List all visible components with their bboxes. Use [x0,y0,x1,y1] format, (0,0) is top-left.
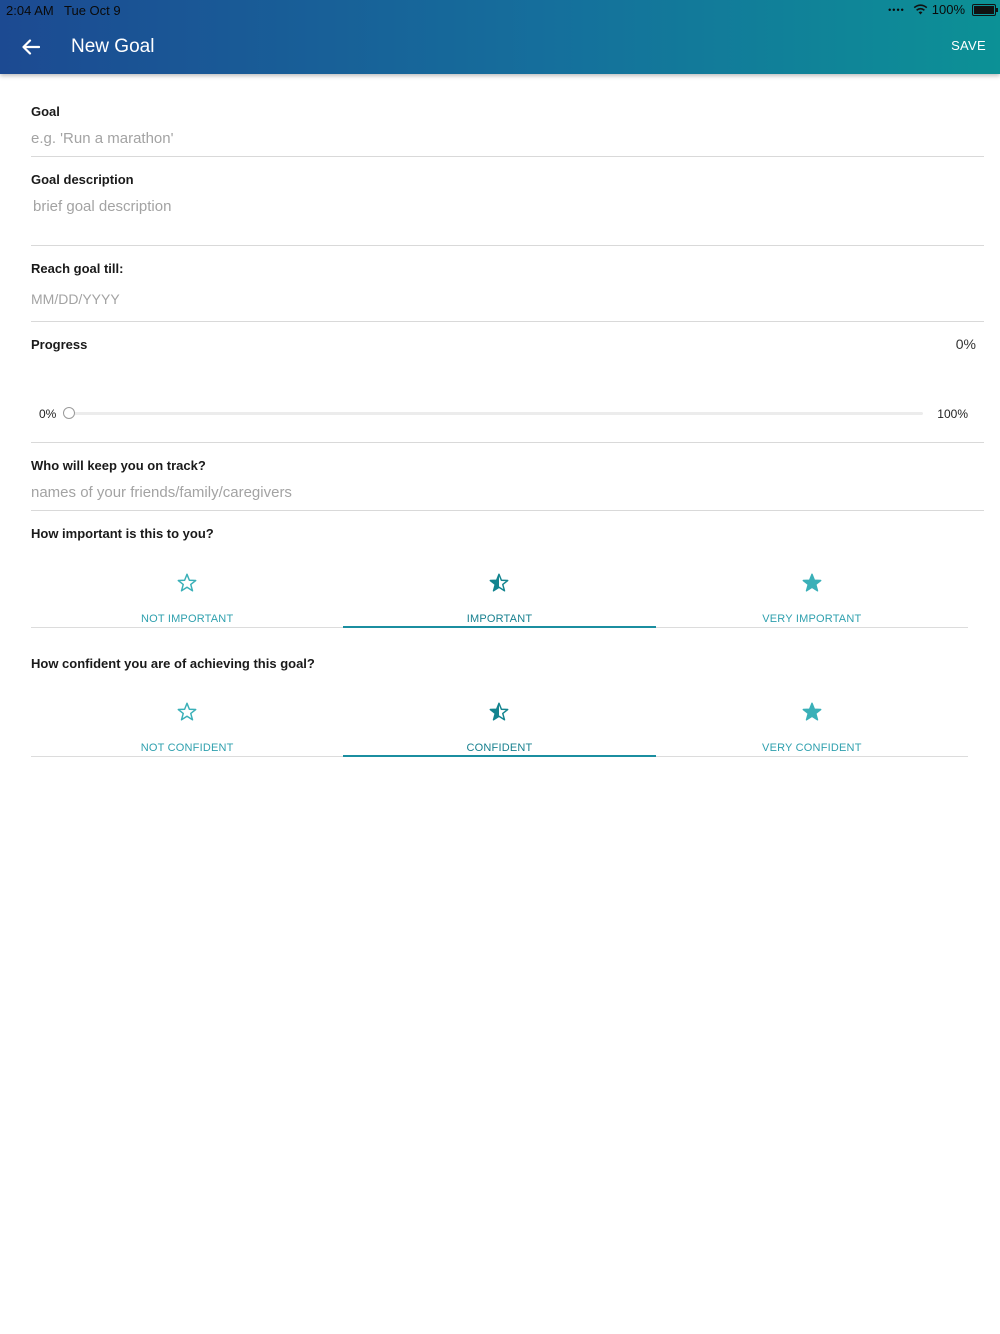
confidence-option-confident[interactable]: CONFIDENT [343,697,656,757]
importance-option-not-important[interactable]: NOT IMPORTANT [31,568,343,627]
description-field: Goal description [31,157,984,246]
wifi-icon [913,4,928,15]
confidence-option-not-confident[interactable]: NOT CONFIDENT [31,697,343,756]
progress-field: Progress 0% 0% 100% [31,322,984,443]
tab-label: NOT CONFIDENT [140,742,234,754]
goal-field: Goal [31,98,984,157]
description-input[interactable] [33,198,633,215]
confidence-question: How confident you are of achieving this … [31,656,315,671]
goal-input[interactable] [31,130,631,147]
accountability-input[interactable] [31,484,631,501]
page-title: New Goal [71,36,155,57]
importance-option-important[interactable]: IMPORTANT [343,568,656,628]
slider-max-label: 100% [937,407,968,421]
signal-icon: •••• [888,4,905,15]
app-header: 2:04 AM Tue Oct 9 •••• 100% New Goal SAV… [0,0,1000,74]
save-button[interactable]: SAVE [951,38,986,53]
slider-thumb[interactable] [63,407,75,419]
tab-label: VERY IMPORTANT [762,613,862,625]
goal-label: Goal [31,104,60,119]
status-date: Tue Oct 9 [64,3,121,18]
importance-selector: NOT IMPORTANT IMPORTANT VERY IMPORTANT [31,568,968,628]
battery-percent: 100% [931,2,965,17]
tab-label: NOT IMPORTANT [140,613,234,625]
tab-label: IMPORTANT [466,613,533,625]
accountability-field: Who will keep you on track? [31,443,984,511]
status-bar: 2:04 AM Tue Oct 9 •••• 100% [0,0,1000,20]
deadline-field: Reach goal till: [31,246,984,322]
star-outline-icon [177,702,197,721]
progress-label: Progress [31,337,88,352]
star-half-icon [490,702,509,721]
date-input[interactable] [31,291,631,307]
battery-icon [972,3,998,16]
deadline-label: Reach goal till: [31,261,124,276]
confidence-selector: NOT CONFIDENT CONFIDENT VERY CONFIDENT [31,697,968,757]
star-outline-icon [177,573,197,592]
tab-label: CONFIDENT [466,742,533,754]
progress-slider[interactable] [63,407,923,419]
star-half-icon [490,573,509,592]
description-label: Goal description [31,172,134,187]
accountability-label: Who will keep you on track? [31,458,206,473]
arrow-left-icon [22,39,40,55]
status-indicators: •••• 100% [888,2,998,17]
importance-question: How important is this to you? [31,526,214,541]
back-button[interactable] [14,30,48,64]
star-filled-icon [802,573,822,592]
importance-option-very-important[interactable]: VERY IMPORTANT [656,568,968,627]
confidence-option-very-confident[interactable]: VERY CONFIDENT [656,697,968,756]
slider-min-label: 0% [39,407,57,421]
status-time: 2:04 AM [6,3,54,18]
tab-label: VERY CONFIDENT [762,742,862,754]
star-filled-icon [802,702,822,721]
progress-value: 0% [955,336,976,352]
